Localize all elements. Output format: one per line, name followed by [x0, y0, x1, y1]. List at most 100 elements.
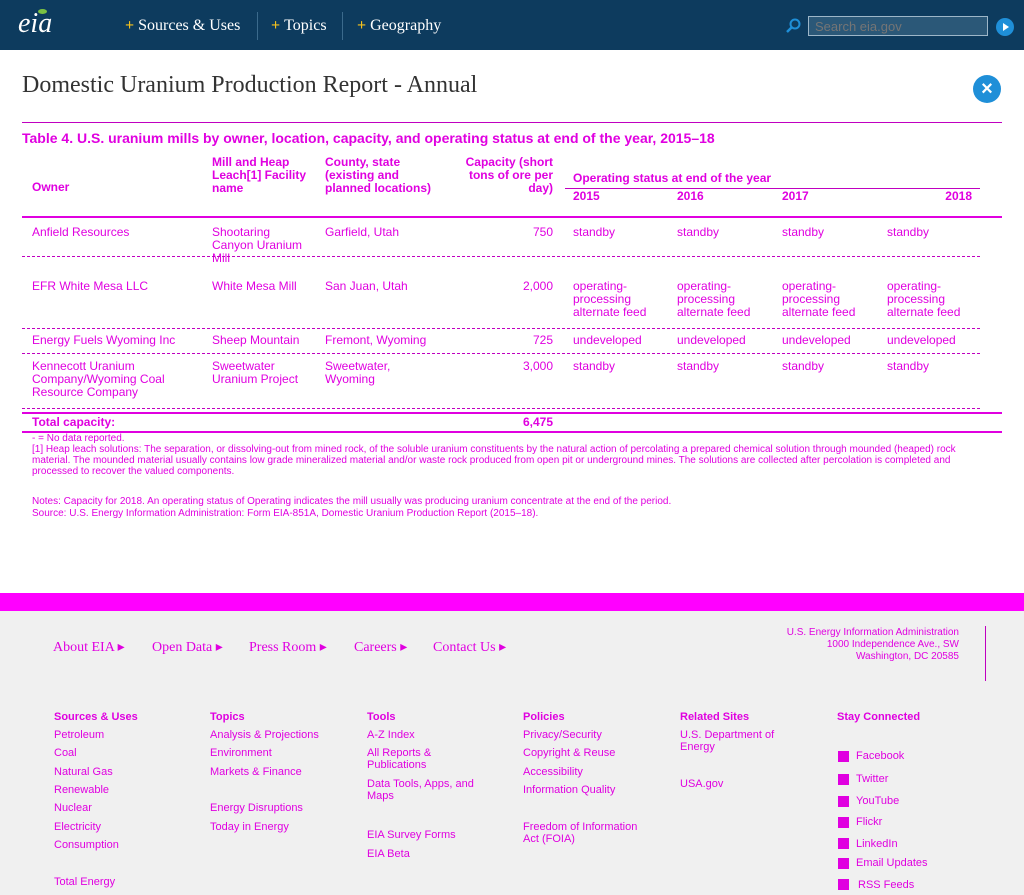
footer-social-linkedin[interactable]: LinkedIn [856, 838, 898, 850]
footer-col-item[interactable]: Coal [54, 747, 77, 759]
footer-col-item[interactable]: Electricity [54, 821, 101, 833]
youtube-icon [838, 796, 849, 807]
footer-col-item[interactable]: Energy Disruptions [210, 802, 303, 814]
footer-link-label: Careers [354, 640, 397, 655]
row3-status-2017: undeveloped [782, 333, 851, 347]
footer-col-item[interactable]: Today in Energy [210, 821, 289, 833]
status-group-divider [565, 188, 980, 189]
footer-social-rss[interactable]: RSS Feeds [858, 879, 914, 891]
footer-col-related-heading[interactable]: Related Sites [680, 711, 749, 723]
footer-col-item[interactable]: Accessibility [523, 766, 583, 778]
footer-col-item[interactable]: EIA Beta [367, 848, 410, 860]
footer-col-item[interactable]: Total Energy [54, 876, 115, 888]
row2-owner: EFR White Mesa LLC [32, 279, 149, 293]
nav-geography[interactable]: + Geography [357, 17, 441, 35]
top-navigation-bar: eia + Sources & Uses + Topics + Geography [0, 0, 1024, 50]
search-submit-button[interactable] [996, 18, 1014, 36]
row3-facility: Sheep Mountain [212, 333, 300, 347]
row3-capacity: 725 [532, 333, 553, 347]
footer-col-item[interactable]: Analysis & Projections [210, 729, 319, 741]
table-title: Table 4. U.S. uranium mills by owner, lo… [22, 130, 715, 146]
footer-col-item[interactable]: Data Tools, Apps, and Maps [367, 778, 477, 802]
footer-link-label: Contact Us [433, 640, 496, 655]
footer-col-policies-heading[interactable]: Policies [523, 711, 565, 723]
footer-col-item[interactable]: Consumption [54, 839, 119, 851]
footer-col-item[interactable]: A-Z Index [367, 729, 415, 741]
header-year-2017: 2017 [782, 189, 809, 203]
row4-status-2017: standby [782, 359, 825, 373]
footer-social-email[interactable]: Email Updates [856, 857, 928, 869]
row1-capacity: 750 [532, 225, 553, 239]
footer-social-twitter[interactable]: Twitter [856, 773, 888, 785]
footer-col-item[interactable]: Information Quality [523, 784, 615, 796]
footer-col-item[interactable]: U.S. Department of Energy [680, 729, 790, 753]
footer-col-item[interactable]: Petroleum [54, 729, 104, 741]
footer-col-item[interactable]: Privacy/Security [523, 729, 602, 741]
row2-status-2015: operating-processing alternate feed [573, 279, 647, 319]
footer-link-contact[interactable]: Contact Us ▸ [433, 639, 506, 656]
address-line: Washington, DC 20585 [855, 651, 959, 662]
row1-status-2015: standby [573, 225, 616, 239]
plus-icon: + [357, 17, 367, 34]
footer-col-item[interactable]: Freedom of Information Act (FOIA) [523, 821, 653, 845]
footer-col-sources-heading[interactable]: Sources & Uses [54, 711, 138, 723]
header-rule [22, 216, 1002, 218]
row1-status-2016: standby [677, 225, 720, 239]
total-value: 6,475 [522, 415, 553, 429]
search-input[interactable] [808, 16, 988, 36]
total-label: Total capacity: [32, 415, 116, 429]
nav-label: Geography [370, 17, 442, 34]
footer-social-facebook[interactable]: Facebook [856, 750, 904, 762]
footer-col-social-heading[interactable]: Stay Connected [837, 711, 920, 723]
footer-col-item[interactable]: Nuclear [54, 802, 92, 814]
eia-logo[interactable]: eia [18, 8, 52, 40]
footer-col-item[interactable]: Renewable [54, 784, 109, 796]
footer-social-flickr[interactable]: Flickr [856, 816, 882, 828]
footer-col-item[interactable]: All Reports & Publications [367, 747, 477, 771]
close-button[interactable]: × [973, 75, 1001, 103]
footer-social-youtube[interactable]: YouTube [856, 795, 899, 807]
row2-facility: White Mesa Mill [212, 279, 297, 293]
row2-status-2018: operating-processing alternate feed [887, 279, 961, 319]
address-line: U.S. Energy Information Administration [786, 627, 959, 638]
row3-owner: Energy Fuels Wyoming Inc [32, 333, 176, 347]
row-divider [22, 408, 980, 409]
footer-link-label: Press Room [249, 640, 317, 655]
footer-col-tools-heading[interactable]: Tools [367, 711, 396, 723]
footer-col-item[interactable]: Copyright & Reuse [523, 747, 615, 759]
row4-owner: Kennecott Uranium Company/Wyoming Coal R… [32, 359, 165, 399]
nav-sources-uses[interactable]: + Sources & Uses [125, 17, 240, 35]
footer-col-item[interactable]: Environment [210, 747, 272, 759]
row4-capacity: 3,000 [522, 359, 553, 373]
note-source: Source: U.S. Energy Information Administ… [32, 508, 539, 519]
footer-link-label: About EIA [53, 640, 115, 655]
header-capacity: Capacity (short tons of ore per day) [465, 155, 553, 195]
row4-status-2015: standby [573, 359, 616, 373]
header-county: County, state (existing and planned loca… [325, 155, 432, 195]
footer-link-press-room[interactable]: Press Room ▸ [249, 639, 327, 656]
nav-label: Sources & Uses [138, 17, 241, 34]
footer-col-item[interactable]: EIA Survey Forms [367, 829, 456, 841]
footer-link-label: Open Data [152, 640, 213, 655]
footer-link-careers[interactable]: Careers ▸ [354, 639, 407, 656]
footer-col-item[interactable]: Natural Gas [54, 766, 113, 778]
footer-col-item[interactable]: Markets & Finance [210, 766, 302, 778]
nav-topics[interactable]: + Topics [271, 17, 327, 35]
footer-link-about[interactable]: About EIA ▸ [53, 639, 125, 656]
row3-county: Fremont, Wyoming [325, 333, 427, 347]
search-icon[interactable] [786, 18, 802, 34]
nav-divider [342, 12, 343, 40]
row3-status-2018: undeveloped [887, 333, 956, 347]
footer-col-topics-heading[interactable]: Topics [210, 711, 245, 723]
footer-col-item[interactable]: USA.gov [680, 778, 723, 790]
nav-label: Topics [284, 17, 327, 34]
linkedin-icon [838, 838, 849, 849]
row1-facility: Shootaring Canyon Uranium Mill [212, 225, 303, 265]
header-year-2016: 2016 [677, 189, 704, 203]
row1-status-2018: standby [887, 225, 930, 239]
row1-status-2017: standby [782, 225, 825, 239]
header-facility: Mill and Heap Leach[1] Facility name [212, 155, 307, 195]
footer-link-open-data[interactable]: Open Data ▸ [152, 639, 223, 656]
row4-status-2018: standby [887, 359, 930, 373]
note-capacity: Notes: Capacity for 2018. An operating s… [32, 496, 672, 507]
